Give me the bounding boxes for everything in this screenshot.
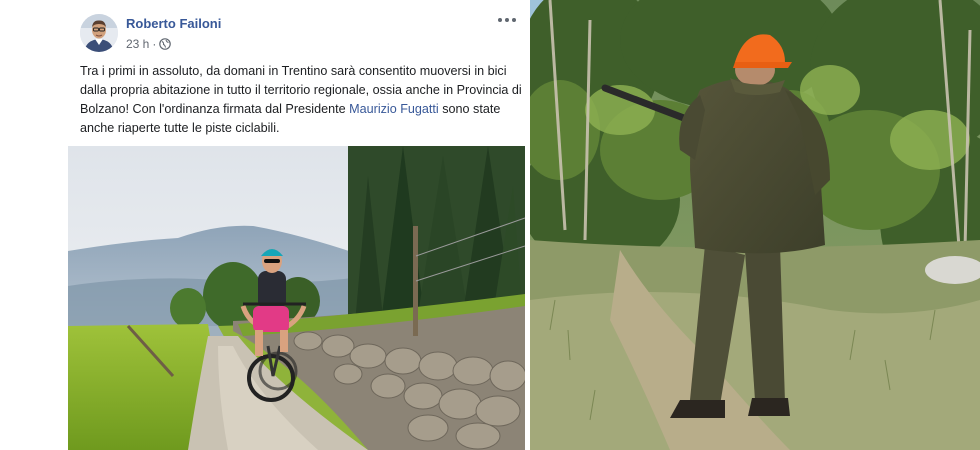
post-meta: 23 h · (126, 37, 172, 53)
author-avatar[interactable] (80, 14, 118, 52)
cyclist-on-gravel-path-photo[interactable] (68, 146, 525, 450)
meta-separator: · (152, 37, 157, 51)
globe-icon[interactable] (159, 38, 172, 53)
facebook-post: Roberto Failoni 23 h · Tra i primi in ass… (0, 0, 530, 450)
ellipsis-icon[interactable] (497, 14, 517, 24)
post-timestamp[interactable]: 23 h (126, 37, 149, 51)
mention-link[interactable]: Maurizio Fugatti (349, 102, 439, 116)
post-text: Tra i primi in assoluto, da domani in Tr… (80, 62, 525, 138)
hunter-with-rifle-photo[interactable] (530, 0, 980, 450)
author-name[interactable]: Roberto Failoni (126, 16, 221, 31)
